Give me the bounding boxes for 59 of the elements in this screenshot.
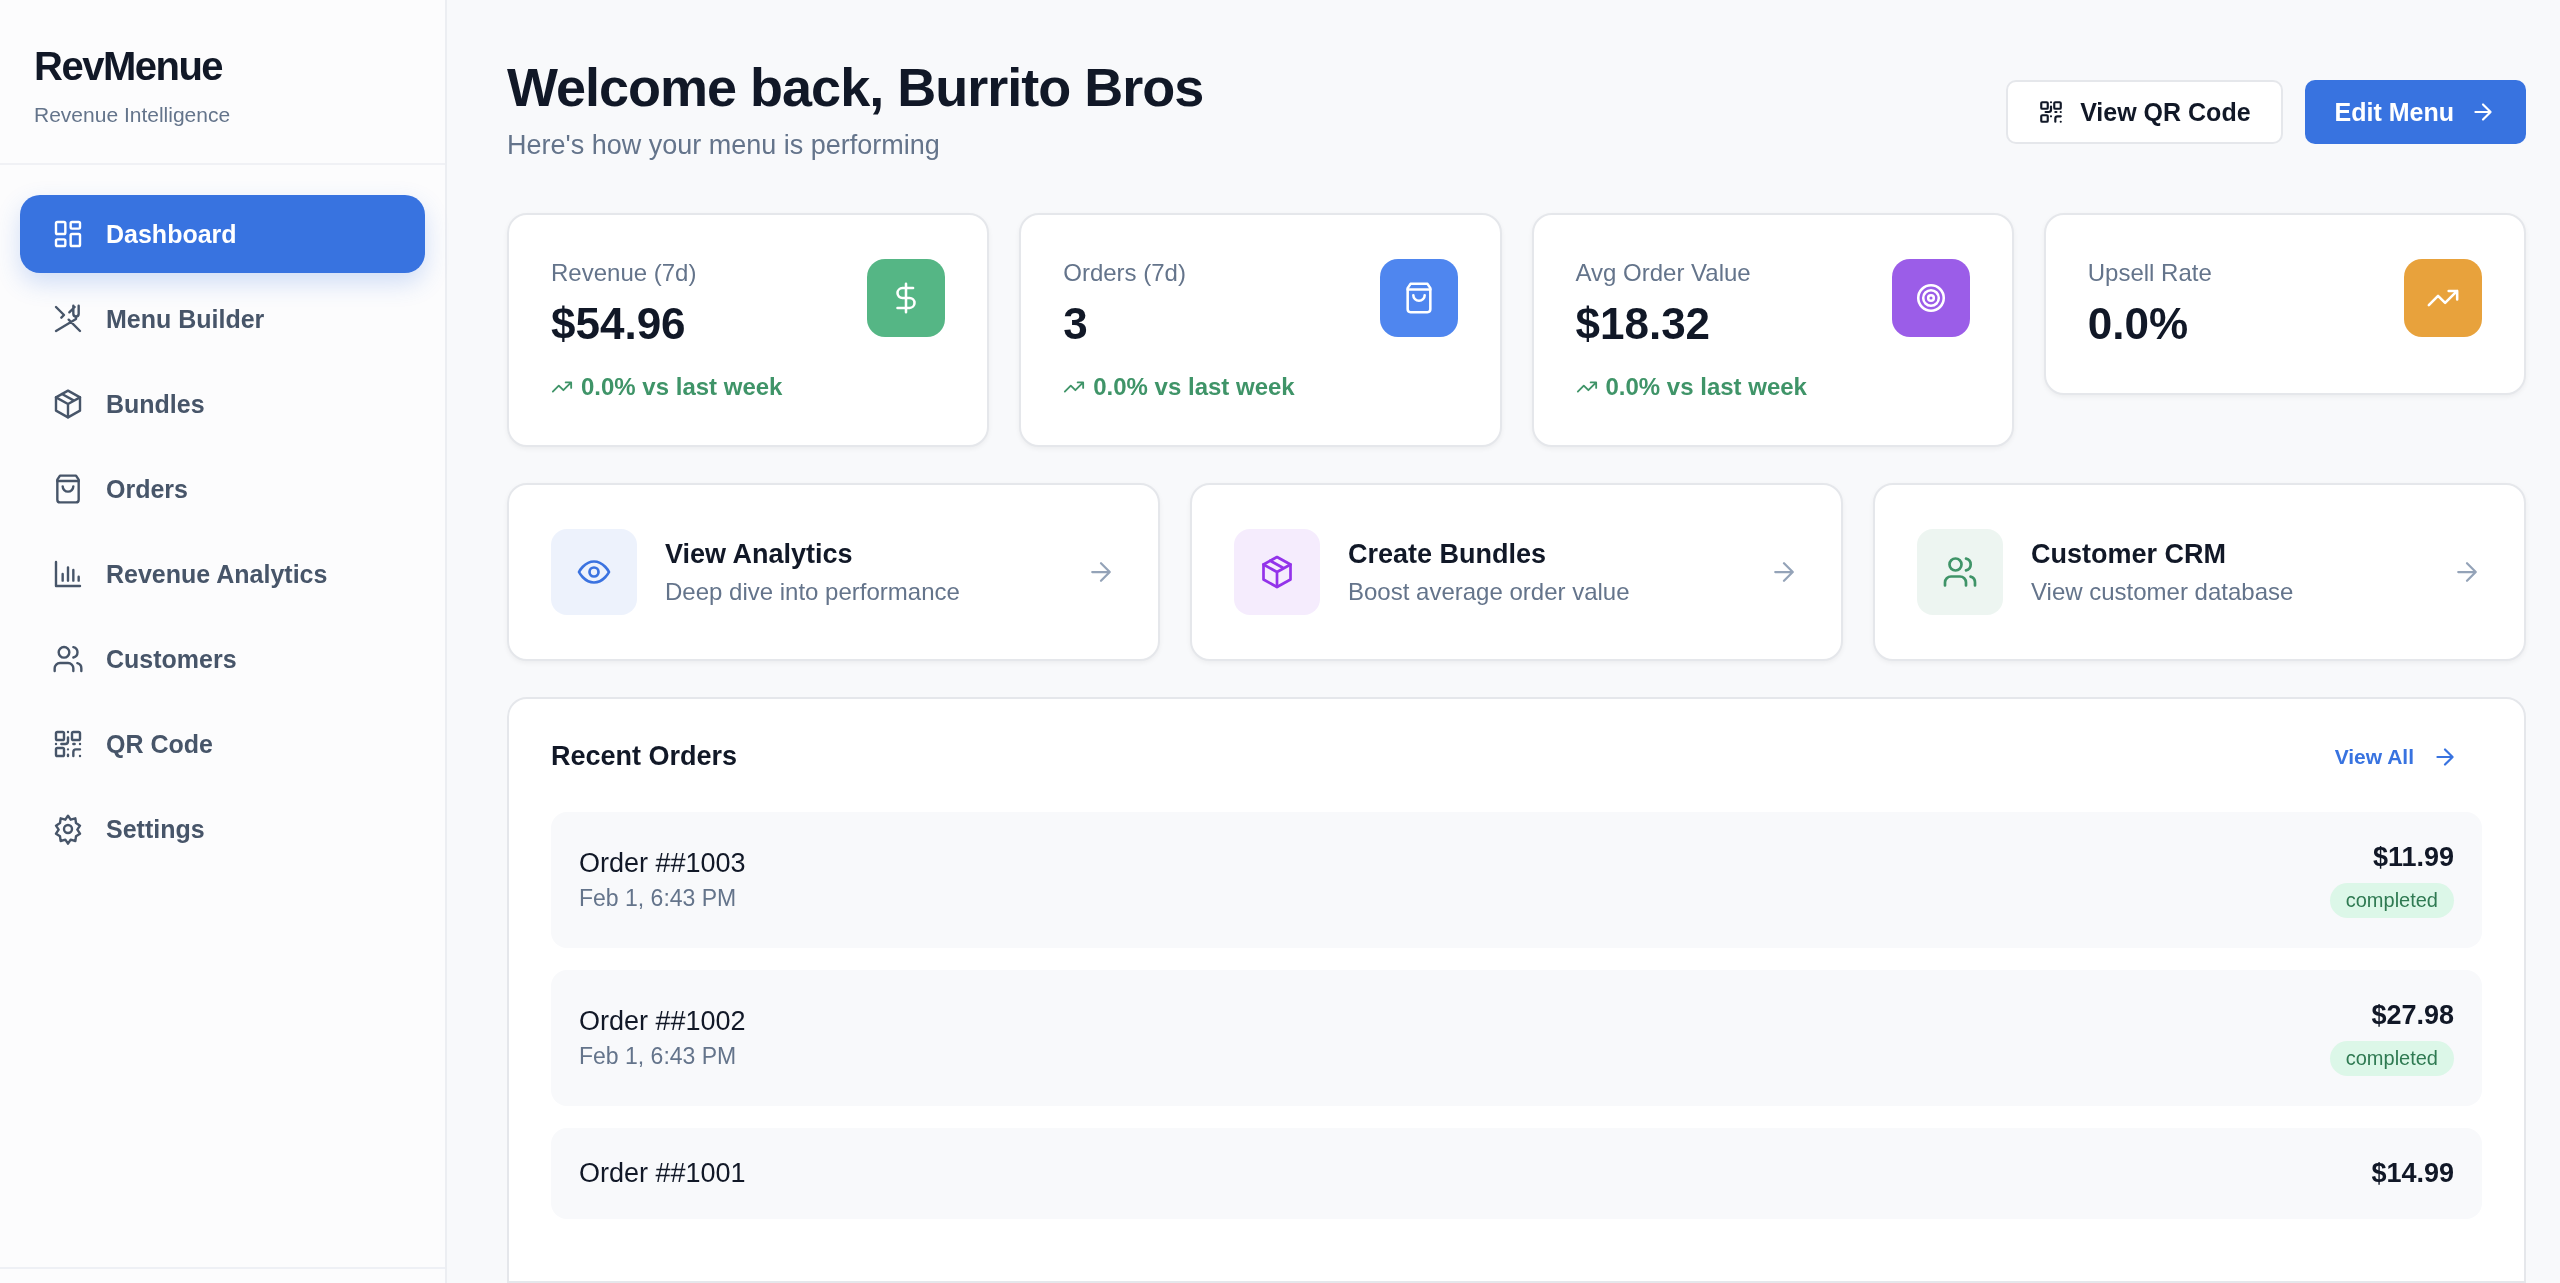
order-time: Feb 1, 6:43 PM <box>579 1043 738 1070</box>
page-title: Welcome back, Burrito Bros <box>507 56 1204 118</box>
order-name: Order ##1003 <box>579 848 746 879</box>
box-icon <box>52 388 84 420</box>
view-qr-code-button[interactable]: View QR Code <box>2006 80 2283 144</box>
section-title: Recent Orders <box>551 741 738 772</box>
action-title: View Analytics <box>665 538 854 570</box>
status-badge: completed <box>2329 1041 2454 1076</box>
order-name: Order ##1002 <box>579 1006 746 1037</box>
qr-code-icon <box>2038 99 2065 125</box>
stat-label: Orders (7d) <box>1063 259 1186 287</box>
order-total: $11.99 <box>2372 842 2454 873</box>
order-time: Feb 1, 6:43 PM <box>579 885 738 912</box>
quick-action-card[interactable]: Create Bundles Boost average order value <box>1190 483 1843 661</box>
action-description: Deep dive into performance <box>665 577 961 606</box>
bar-chart-icon <box>52 558 84 590</box>
sidebar-item[interactable]: Revenue Analytics <box>20 535 425 613</box>
stat-value: 3 <box>1063 299 1089 349</box>
action-title: Create Bundles <box>1348 538 1548 570</box>
quick-action-card[interactable]: Customer CRM View customer database <box>1873 483 2526 661</box>
action-description: View customer database <box>2031 577 2295 606</box>
order-name: Order ##1001 <box>579 1158 746 1189</box>
stat-value: $18.32 <box>1575 299 1712 349</box>
sidebar-item[interactable]: Dashboard <box>20 195 425 273</box>
stat-label: Revenue (7d) <box>551 259 697 287</box>
trend-label: 0.0% vs last week <box>1093 373 1295 401</box>
order-row[interactable]: Order ##1001 $14.99 <box>551 1128 2482 1219</box>
users-icon <box>1917 529 2003 615</box>
view-all-link[interactable]: View All <box>2334 743 2482 770</box>
edit-menu-button[interactable]: Edit Menu <box>2304 80 2526 144</box>
users-icon <box>52 643 84 675</box>
app-logo: RevMenue <box>34 44 224 89</box>
quick-action-card[interactable]: View Analytics Deep dive into performance <box>507 483 1160 661</box>
app-tagline: Revenue Intelligence <box>34 103 232 127</box>
eye-icon <box>551 529 637 615</box>
sidebar-item[interactable]: Customers <box>20 620 425 698</box>
stat-label: Upsell Rate <box>2087 259 2212 287</box>
trend-label: 0.0% vs last week <box>1605 373 1807 401</box>
order-row[interactable]: Order ##1003 Feb 1, 6:43 PM $11.99 completed <box>551 812 2482 948</box>
sidebar-item[interactable]: Bundles <box>20 365 425 443</box>
action-description: Boost average order value <box>1348 577 1631 606</box>
stat-value: $54.96 <box>551 299 687 349</box>
order-total: $14.99 <box>2371 1158 2454 1189</box>
status-badge: completed <box>2329 883 2454 918</box>
dashboard-icon <box>52 218 84 250</box>
settings-icon <box>52 813 84 845</box>
stat-label: Avg Order Value <box>1575 259 1751 287</box>
sidebar-item[interactable]: Menu Builder <box>20 280 425 358</box>
sidebar-item[interactable]: QR Code <box>20 705 425 783</box>
order-row[interactable]: Order ##1002 Feb 1, 6:43 PM $27.98 completed <box>551 970 2482 1106</box>
qr-code-icon <box>52 728 84 760</box>
box-icon <box>1234 529 1320 615</box>
page-subtitle: Here's how your menu is performing <box>507 130 941 161</box>
action-title: Customer CRM <box>2031 538 2227 570</box>
stat-value: 0.0% <box>2087 299 2190 349</box>
order-total: $27.98 <box>2371 1000 2454 1031</box>
trend-label: 0.0% vs last week <box>581 373 783 401</box>
sidebar-item[interactable]: Orders <box>20 450 425 528</box>
sidebar-item[interactable]: Settings <box>20 790 425 868</box>
